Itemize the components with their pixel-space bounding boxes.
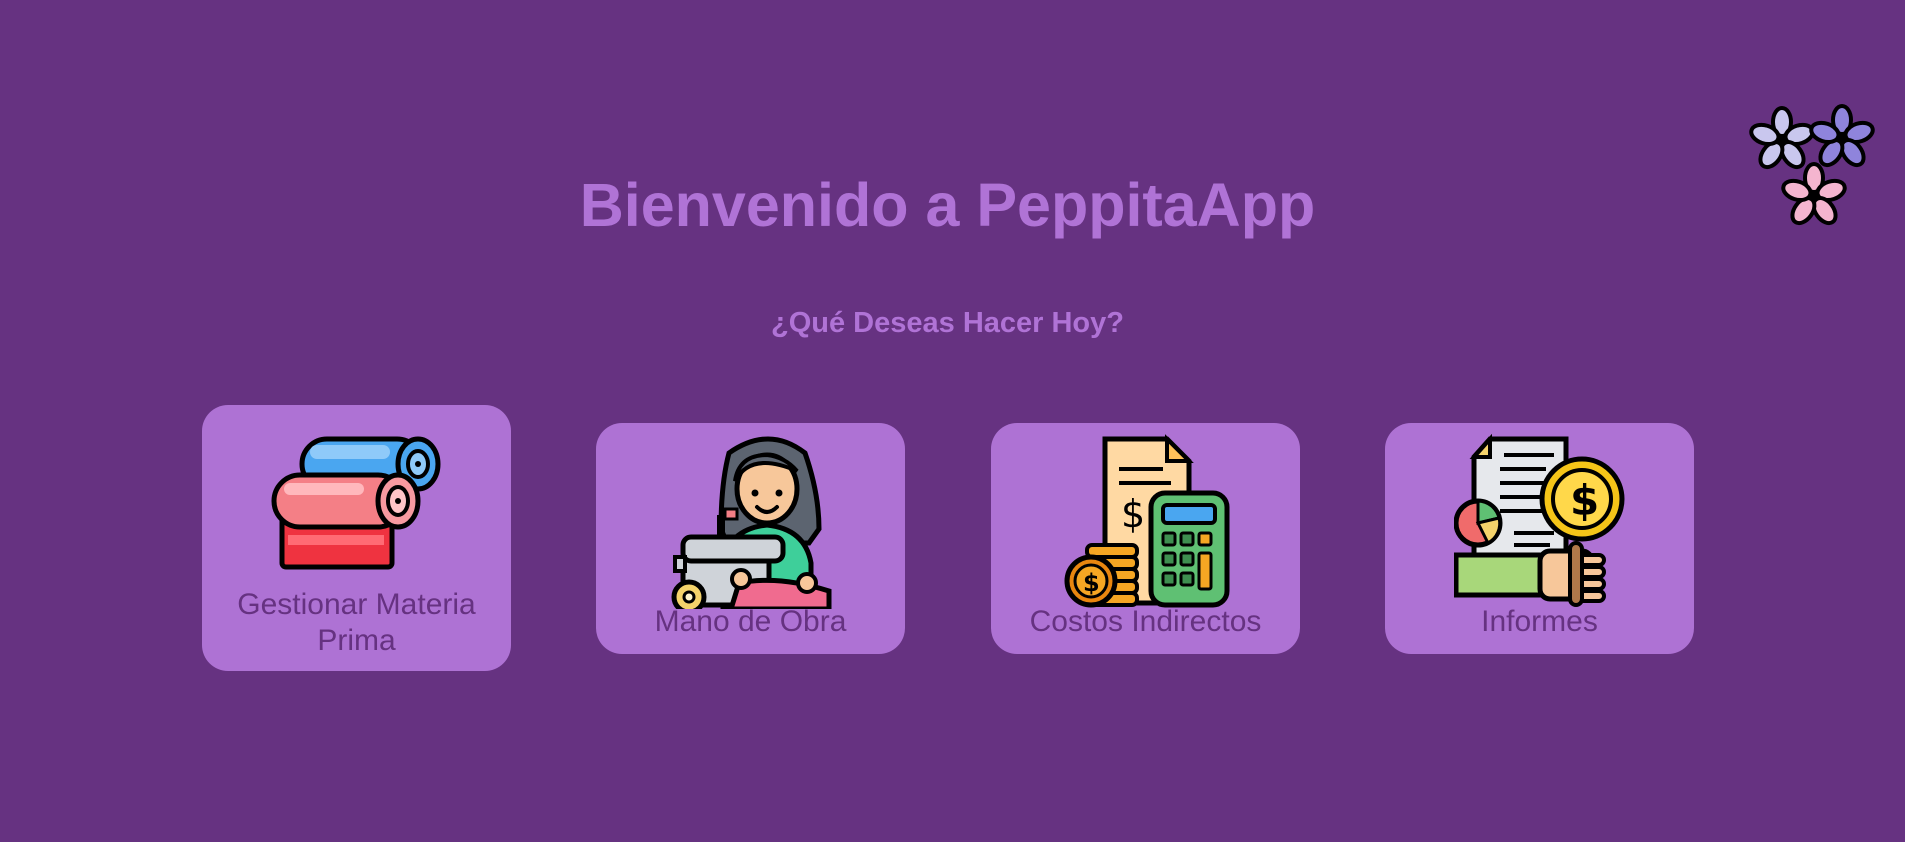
card-label: Informes [1481, 605, 1598, 638]
page-subtitle: ¿Qué Deseas Hacer Hoy? [771, 307, 1124, 339]
card-mano-de-obra[interactable]: Mano de Obra [596, 423, 905, 654]
report-hand-coin-icon: $ [1453, 433, 1624, 607]
seamstress-sewing-machine-icon [671, 436, 831, 609]
card-costos-indirectos[interactable]: $ $ Costos Indirectos [991, 423, 1300, 654]
home-page: Bienvenido a PeppitaApp ¿Qué Deseas Hace… [0, 0, 1905, 842]
svg-text:$: $ [1121, 492, 1145, 536]
svg-text:$: $ [1570, 476, 1599, 525]
card-label: Gestionar Materia Prima [237, 588, 476, 657]
svg-text:$: $ [1083, 569, 1100, 597]
fabric-rolls-icon [271, 436, 440, 570]
receipt-calculator-coins-icon: $ $ [1064, 434, 1229, 608]
card-informes[interactable]: $ Informes [1385, 423, 1694, 654]
card-label: Costos Indirectos [1029, 605, 1262, 638]
page-title: Bienvenido a PeppitaApp [579, 171, 1316, 239]
card-gestionar-materia-prima[interactable]: Gestionar Materia Prima [202, 405, 511, 671]
card-label: Mano de Obra [654, 605, 847, 638]
